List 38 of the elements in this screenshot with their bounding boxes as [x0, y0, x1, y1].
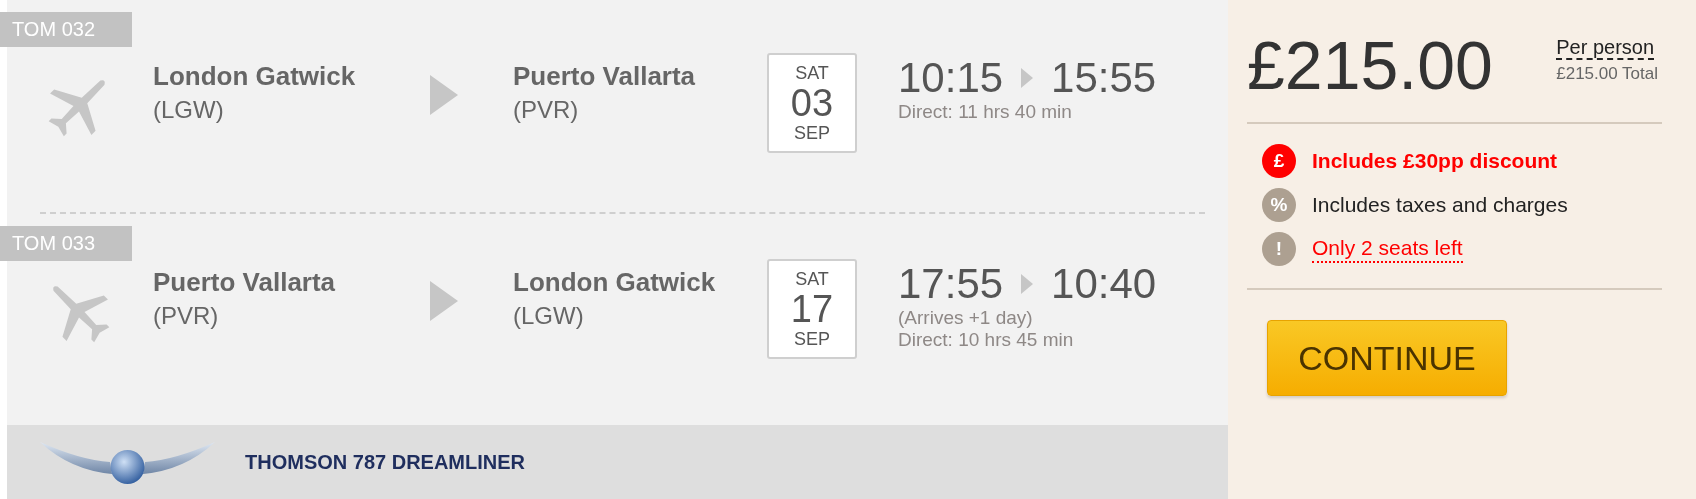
weekday: SAT — [795, 63, 829, 83]
aircraft-name: THOMSON 787 DREAMLINER — [245, 450, 526, 474]
weekday: SAT — [795, 269, 829, 289]
origin-code: (PVR) — [153, 302, 220, 330]
flight-note: Direct: 11 hrs 40 min — [898, 101, 1073, 123]
origin-city: London Gatwick — [153, 61, 357, 92]
destination-code: (LGW) — [513, 302, 585, 330]
arrow-icon — [1021, 68, 1034, 88]
day-number: 17 — [790, 289, 834, 329]
pound-icon: £ — [1262, 144, 1296, 178]
departure-time: 17:55 — [898, 261, 1004, 307]
feature-text: Includes taxes and charges — [1312, 192, 1568, 218]
origin-code: (LGW) — [153, 96, 225, 124]
percent-icon: % — [1262, 188, 1296, 222]
departure-time: 10:15 — [898, 55, 1004, 101]
arrow-icon — [430, 281, 458, 321]
exclamation-icon: ! — [1262, 232, 1296, 266]
arrival-time: 10:40 — [1051, 261, 1157, 307]
feature-text: Includes £30pp discount — [1312, 148, 1558, 174]
flight-number-tag: TOM 032 — [0, 12, 132, 47]
destination-city: Puerto Vallarta — [513, 61, 697, 92]
continue-button[interactable]: CONTINUE — [1267, 320, 1507, 396]
per-person-label: Per person — [1556, 36, 1655, 60]
feature-text: Only 2 seats left — [1312, 235, 1463, 263]
origin-city: Puerto Vallarta — [153, 267, 337, 298]
flight-note: Direct: 10 hrs 45 min — [898, 329, 1075, 351]
month: SEP — [794, 123, 830, 143]
arrow-icon — [1021, 274, 1034, 294]
destination-code: (PVR) — [513, 96, 580, 124]
arrival-time: 15:55 — [1051, 55, 1157, 101]
price: £215.00 — [1247, 30, 1493, 100]
flight-note: (Arrives +1 day) — [898, 307, 1034, 329]
arrow-icon — [430, 75, 458, 115]
destination-city: London Gatwick — [513, 267, 717, 298]
total-price: £215.00 Total — [1556, 64, 1658, 84]
flight-number-tag: TOM 033 — [0, 226, 132, 261]
month: SEP — [794, 329, 830, 349]
day-number: 03 — [790, 83, 834, 123]
